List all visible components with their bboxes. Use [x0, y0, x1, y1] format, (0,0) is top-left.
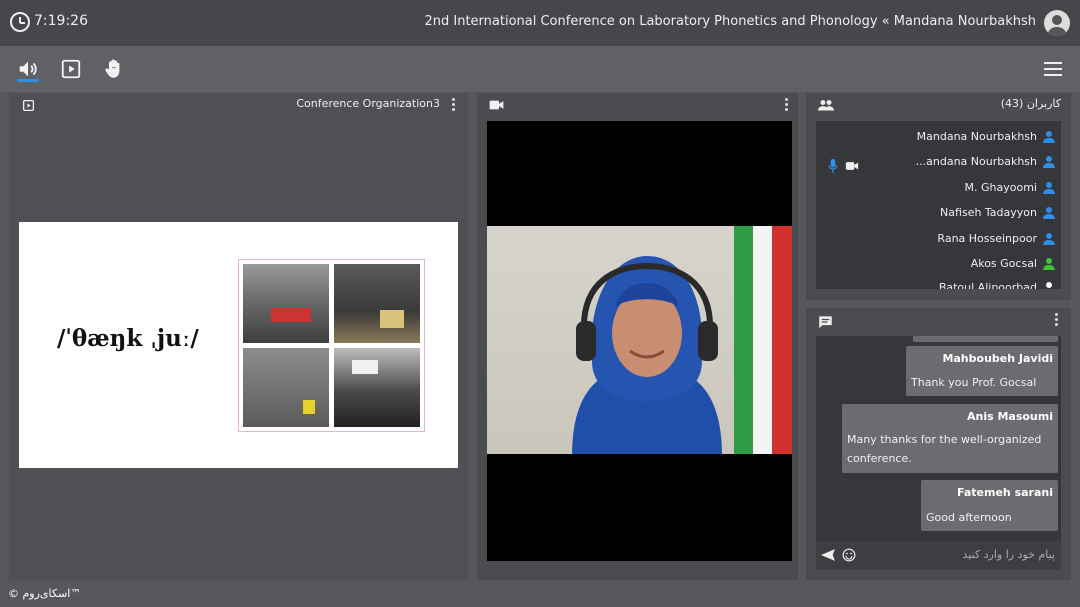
presentation-header: Conference Organization3 [9, 93, 468, 115]
speaker-person [572, 256, 722, 454]
users-header: کاربران (43) [806, 93, 1071, 115]
chat-sender: Mahboubeh Javidi [942, 352, 1053, 365]
chat-sender: Fatemeh sarani [956, 486, 1053, 499]
active-tab-indicator [17, 79, 39, 82]
send-icon[interactable] [821, 549, 835, 561]
clock-time: 7:19:26 [34, 13, 88, 29]
users-icon [818, 100, 834, 111]
user-row[interactable]: M. Ghayoomi [965, 181, 1055, 194]
video-options-icon[interactable] [785, 98, 789, 112]
menu-icon[interactable] [1044, 62, 1062, 76]
chat-header [806, 308, 1071, 330]
speaker-icon[interactable] [17, 58, 39, 80]
footer-brand: © اسکای‌روم™ [8, 587, 82, 600]
lab-photo [243, 348, 329, 427]
chat-text: Thank you Prof. Gocsal [911, 376, 1037, 389]
lab-photo [334, 348, 420, 427]
lab-photo [334, 264, 420, 343]
speaker-video-frame [487, 226, 792, 454]
chat-sender: Anis Masoumi [966, 410, 1053, 423]
chat-message: Fatemeh sarani Good afternoon [921, 480, 1058, 531]
chat-message: Mahboubeh Javidi Thank you Prof. Gocsal [906, 346, 1058, 396]
user-row[interactable]: Rana Hosseinpoor [937, 232, 1055, 245]
user-row[interactable]: Mandana Nourbakhsh [917, 130, 1055, 143]
person-icon [1043, 257, 1055, 270]
users-count-title: کاربران (43) [1000, 97, 1061, 110]
user-name: Mandana Nourbakhsh [916, 130, 1037, 143]
presentation-slide: /ˈθæŋk ˌjuː/ [19, 222, 458, 468]
user-name: Akos Gocsal [970, 257, 1037, 270]
users-list[interactable]: Mandana Nourbakhsh ...andana Nourbakhsh … [816, 121, 1061, 289]
users-panel: کاربران (43) Mandana Nourbakhsh ...andan… [806, 93, 1071, 300]
chat-text: Many thanks for the well-organized confe… [847, 433, 1042, 465]
chat-input[interactable]: پیام خود را وارد کنید [816, 541, 1061, 570]
person-icon [1043, 181, 1055, 194]
user-row[interactable]: Akos Gocsal [971, 257, 1055, 270]
video-header [477, 93, 798, 115]
user-row[interactable]: ...andana Nourbakhsh [916, 155, 1055, 168]
presentation-icon [22, 99, 35, 112]
user-camera-icon[interactable] [845, 161, 859, 171]
raise-hand-icon[interactable] [103, 58, 125, 80]
user-avatar-icon[interactable] [1044, 10, 1070, 36]
presentation-options-icon[interactable] [452, 98, 456, 112]
user-name: Batoul Alipoorbad [938, 281, 1037, 289]
camera-icon [489, 100, 504, 110]
chat-panel: Mahboubeh Javidi Thank you Prof. Gocsal … [806, 308, 1071, 580]
person-icon [1043, 281, 1055, 289]
lab-photo [243, 264, 329, 343]
top-bar: 7:19:26 2nd International Conference on … [0, 0, 1080, 46]
user-name: M. Ghayoomi [964, 181, 1037, 194]
chat-bubble-partial [913, 336, 1058, 342]
chat-text: Good afternoon [926, 511, 1012, 524]
user-row[interactable]: Nafiseh Tadayyon [940, 206, 1055, 219]
user-name: Rana Hosseinpoor [937, 232, 1037, 245]
slide-photo-grid [238, 259, 425, 432]
video-panel [477, 93, 798, 580]
slide-ipa-text: /ˈθæŋk ˌjuː/ [57, 325, 199, 352]
video-stream[interactable] [487, 121, 792, 561]
person-icon [1043, 155, 1055, 168]
person-icon [1043, 130, 1055, 143]
user-name: Nafiseh Tadayyon [940, 206, 1037, 219]
flag-image [734, 226, 792, 454]
play-icon[interactable] [60, 58, 82, 80]
person-icon [1043, 206, 1055, 219]
microphone-icon[interactable] [828, 159, 838, 173]
presentation-title: Conference Organization3 [296, 97, 440, 110]
chat-input-placeholder: پیام خود را وارد کنید [962, 548, 1055, 561]
chat-options-icon[interactable] [1055, 313, 1059, 327]
person-icon [1043, 232, 1055, 245]
user-row[interactable]: Batoul Alipoorbad [939, 281, 1055, 289]
chat-messages[interactable]: Mahboubeh Javidi Thank you Prof. Gocsal … [816, 336, 1061, 541]
presentation-panel: Conference Organization3 /ˈθæŋk ˌjuː/ [9, 93, 468, 580]
chat-message: Anis Masoumi Many thanks for the well-or… [842, 404, 1058, 473]
emoji-icon[interactable] [842, 548, 856, 562]
user-name: ...andana Nourbakhsh [915, 155, 1037, 168]
toolbar [0, 46, 1080, 92]
chat-icon [819, 316, 832, 329]
conference-title: 2nd International Conference on Laborato… [424, 14, 1036, 29]
clock-icon [10, 12, 30, 32]
